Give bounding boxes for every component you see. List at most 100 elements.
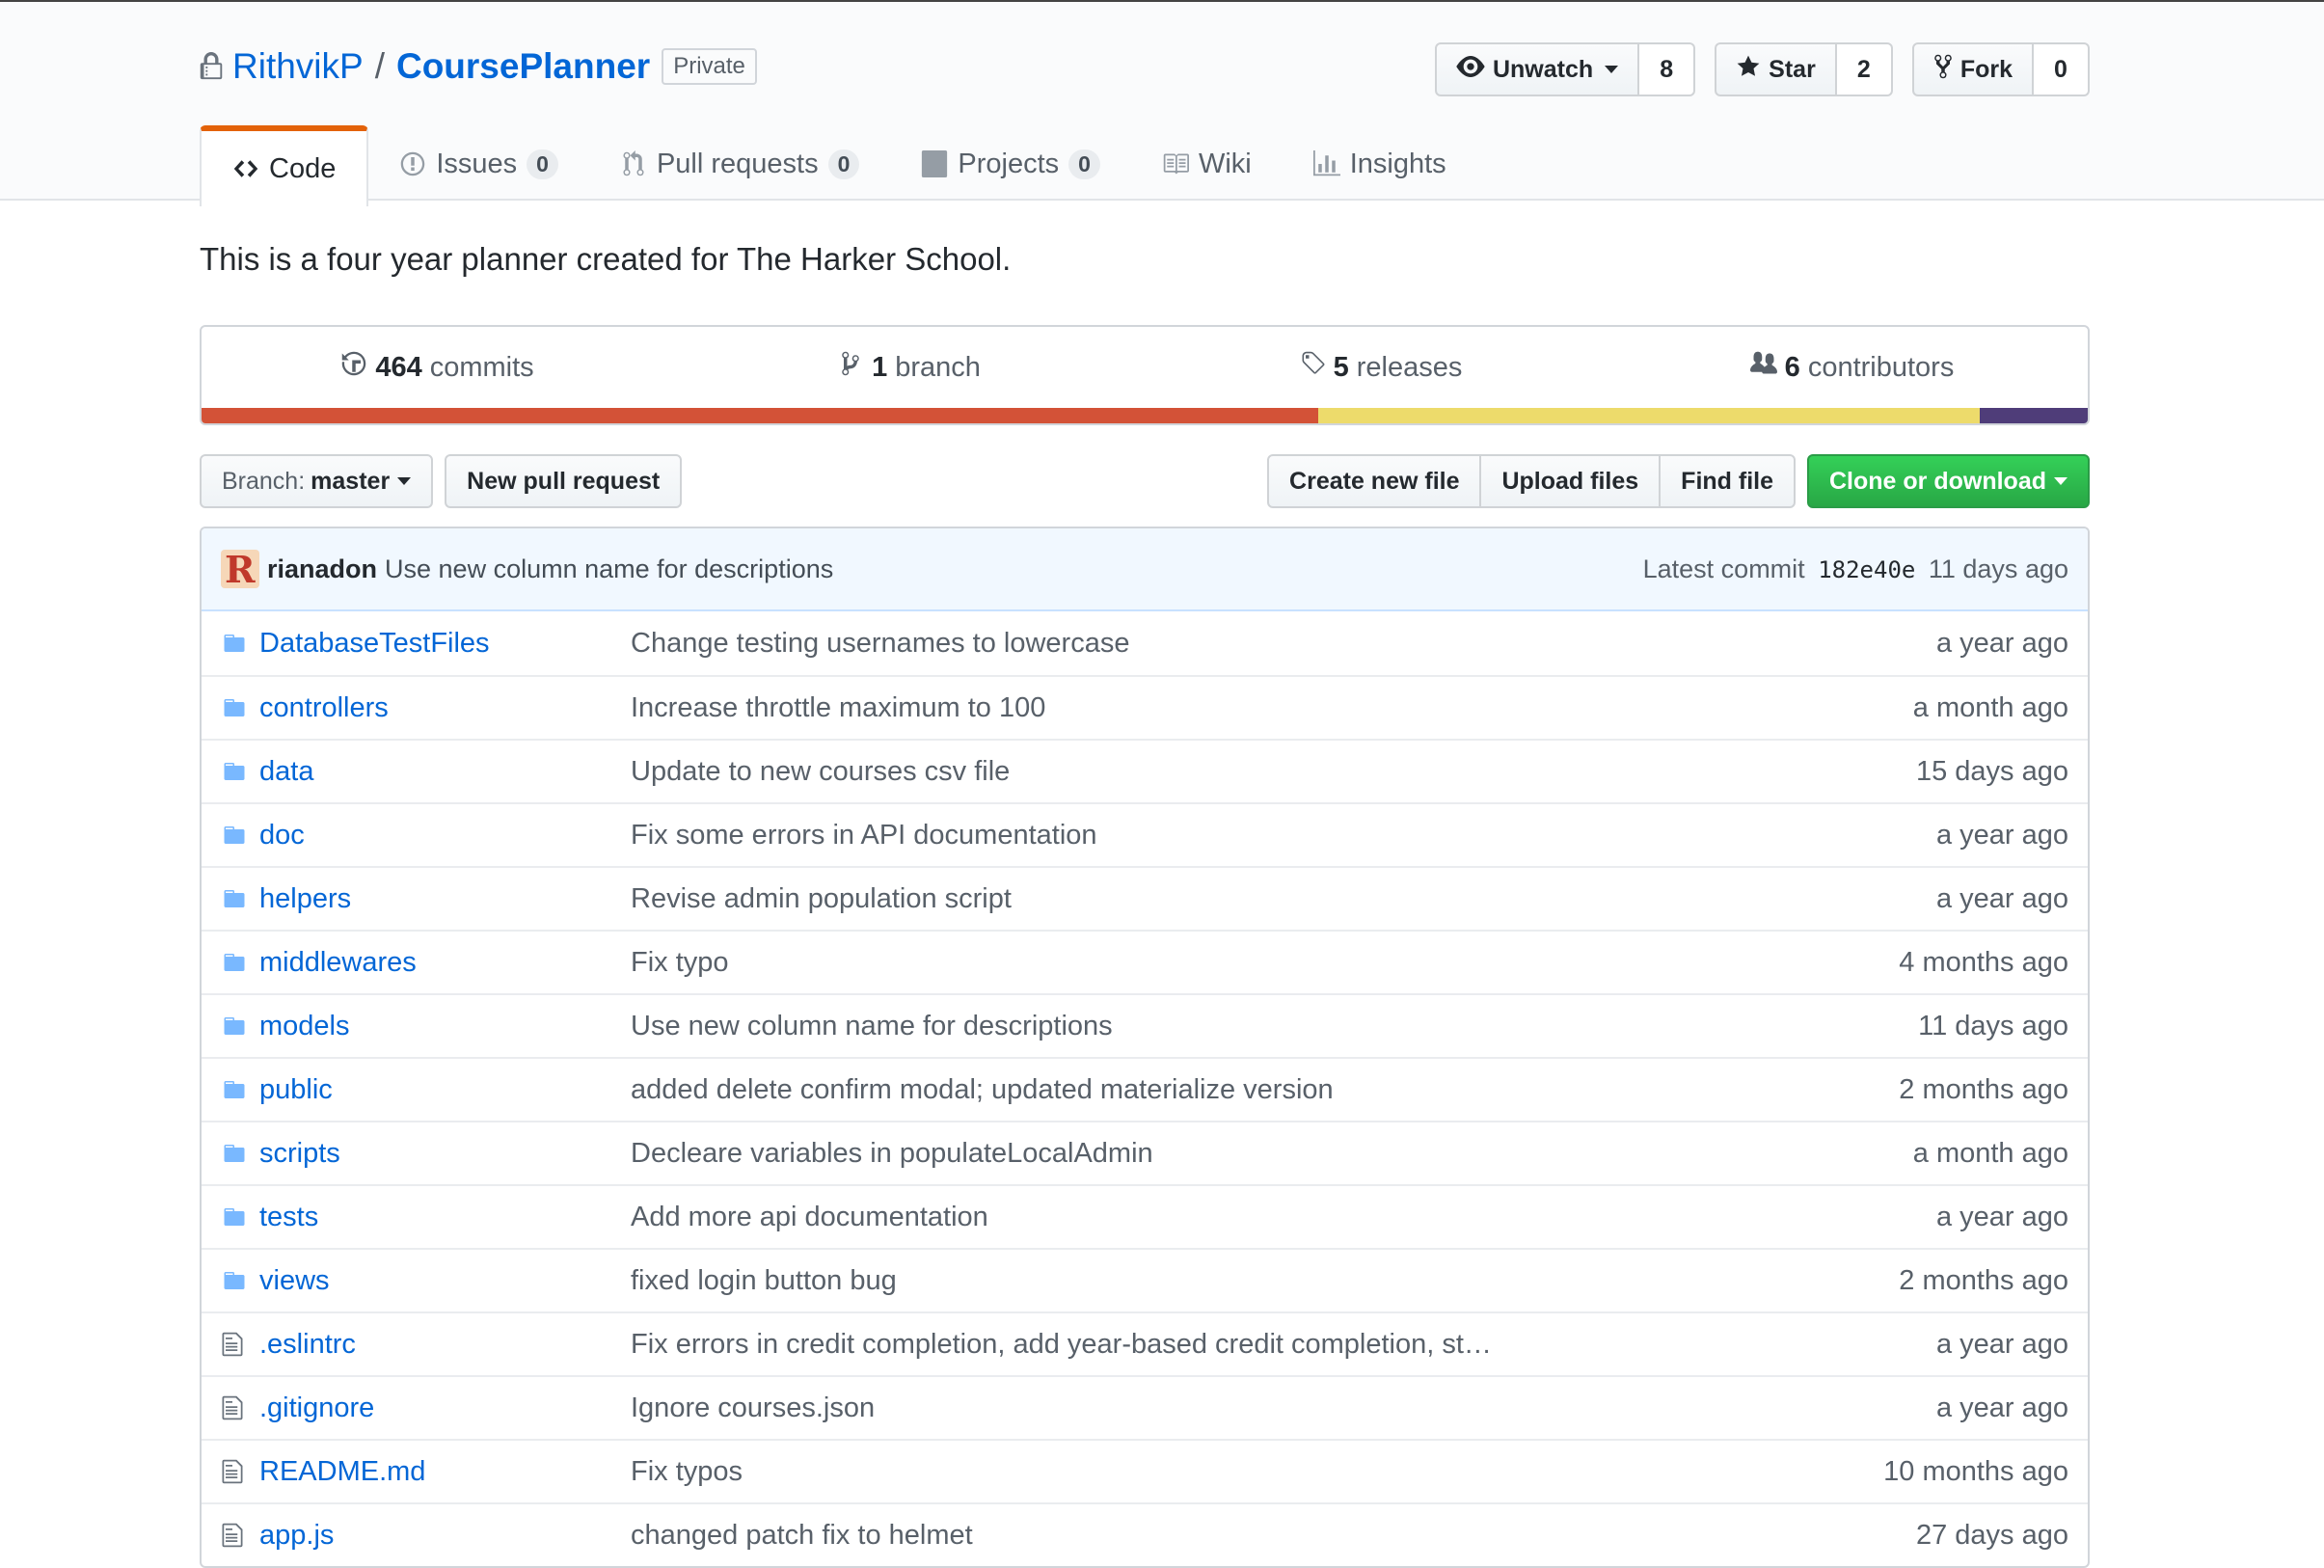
language-segment[interactable] (1317, 408, 1981, 423)
latest-commit-bar: R rianadon Use new column name for descr… (202, 528, 2088, 611)
file-commit-message-link[interactable]: Ignore courses.json (631, 1392, 1936, 1424)
commit-age: 11 days ago (1928, 554, 2068, 583)
language-segment[interactable] (1980, 408, 2088, 423)
file-commit-message-link[interactable]: added delete confirm modal; updated mate… (631, 1074, 1899, 1106)
file-commit-message-link[interactable]: changed patch fix to helmet (631, 1520, 1916, 1552)
folder-icon (221, 1205, 250, 1229)
clone-or-download-button[interactable]: Clone or download (1807, 454, 2090, 508)
tab-wiki[interactable]: Wiki (1131, 125, 1283, 203)
file-icon (221, 1522, 250, 1549)
file-name-link[interactable]: README.md (259, 1456, 631, 1488)
file-commit-message-link[interactable]: Update to new courses csv file (631, 756, 1916, 788)
tab-insights[interactable]: Insights (1283, 125, 1477, 203)
table-row: doc Fix some errors in API documentation a… (202, 802, 2088, 866)
repo-name-link[interactable]: CoursePlanner (396, 46, 650, 87)
file-name-link[interactable]: .eslintrc (259, 1329, 631, 1361)
eye-icon (1456, 55, 1485, 84)
file-commit-message-link[interactable]: fixed login button bug (631, 1265, 1899, 1297)
file-commit-message-link[interactable]: Add more api documentation (631, 1202, 1936, 1233)
star-button-group: Star 2 (1715, 42, 1893, 96)
folder-icon (221, 951, 250, 974)
file-commit-message-link[interactable]: Use new column name for descriptions (631, 1011, 1918, 1042)
commits-link[interactable]: 464 commits (202, 350, 673, 385)
file-name-link[interactable]: DatabaseTestFiles (259, 628, 631, 660)
tab-pull-requests[interactable]: Pull requests 0 (589, 125, 890, 203)
commit-message-link[interactable]: Use new column name for descriptions (385, 554, 833, 584)
clone-label: Clone or download (1829, 467, 2046, 495)
language-segment[interactable] (202, 408, 1318, 423)
file-commit-message-link[interactable]: Increase throttle maximum to 100 (631, 692, 1913, 724)
latest-commit-label: Latest commit (1642, 554, 1805, 583)
file-commit-message-link[interactable]: Fix typos (631, 1456, 1883, 1488)
table-row: .eslintrc Fix errors in credit completion… (202, 1311, 2088, 1375)
graph-icon (1312, 150, 1340, 177)
upload-files-button[interactable]: Upload files (1479, 454, 1662, 508)
table-row: middlewares Fix typo 4 months ago (202, 930, 2088, 993)
file-name-link[interactable]: views (259, 1265, 631, 1297)
file-age: a month ago (1912, 1137, 2068, 1169)
repo-owner-link[interactable]: RithvikP (232, 46, 364, 87)
star-icon (1736, 54, 1761, 86)
releases-link[interactable]: 5 releases (1145, 350, 1616, 385)
repo-title-row: RithvikP / CoursePlanner Private Unwatch… (200, 42, 2090, 96)
forks-count[interactable]: 0 (2034, 42, 2090, 96)
file-name-link[interactable]: tests (259, 1202, 631, 1233)
fork-button[interactable]: Fork (1911, 42, 2034, 96)
folder-icon (221, 632, 250, 655)
file-name-link[interactable]: middlewares (259, 947, 631, 979)
folder-icon (221, 696, 250, 719)
file-actions: Create new file Upload files Find file C… (1267, 454, 2090, 508)
tab-code[interactable]: Code (200, 125, 369, 206)
file-list: DatabaseTestFiles Change testing username… (202, 611, 2088, 1566)
file-name-link[interactable]: app.js (259, 1520, 631, 1552)
file-commit-message-link[interactable]: Fix some errors in API documentation (631, 820, 1936, 852)
tab-label: Code (269, 152, 337, 184)
avatar[interactable]: R (221, 550, 259, 588)
star-button[interactable]: Star (1715, 42, 1837, 96)
find-file-button[interactable]: Find file (1659, 454, 1796, 508)
watchers-count[interactable]: 8 (1639, 42, 1696, 96)
file-commit-message-link[interactable]: Revise admin population script (631, 883, 1936, 915)
file-name-link[interactable]: helpers (259, 883, 631, 915)
commit-meta: Latest commit 182e40e 11 days ago (1643, 554, 2068, 584)
repo-tabs: Code Issues 0 Pull requests 0 Projects 0 (200, 125, 2090, 206)
table-row: views fixed login button bug 2 months ago (202, 1248, 2088, 1311)
branch-select-button[interactable]: Branch: master (200, 454, 434, 508)
language-bar[interactable] (202, 408, 2088, 423)
file-name-link[interactable]: public (259, 1074, 631, 1106)
file-commit-message-link[interactable]: Decleare variables in populateLocalAdmin (631, 1138, 1913, 1170)
folder-icon (221, 1014, 250, 1038)
stargazers-count[interactable]: 2 (1836, 42, 1893, 96)
file-commit-message-link[interactable]: Change testing usernames to lowercase (631, 628, 1936, 660)
watch-button-group: Unwatch 8 (1434, 42, 1696, 96)
file-name-link[interactable]: models (259, 1011, 631, 1042)
new-pull-request-button[interactable]: New pull request (445, 454, 683, 508)
create-new-file-button[interactable]: Create new file (1267, 454, 1482, 508)
commit-author-link[interactable]: rianadon (267, 554, 377, 584)
private-badge: Private (662, 48, 757, 85)
file-name-link[interactable]: doc (259, 820, 631, 852)
table-row: helpers Revise admin population script a y… (202, 866, 2088, 930)
file-age: 11 days ago (1918, 1010, 2068, 1041)
contributors-label: contributors (1807, 351, 1955, 383)
fork-button-group: Fork 0 (1911, 42, 2090, 96)
file-name-link[interactable]: data (259, 756, 631, 788)
contributors-link[interactable]: 6 contributors (1616, 350, 2088, 385)
file-name-link[interactable]: scripts (259, 1138, 631, 1170)
unwatch-button[interactable]: Unwatch (1434, 42, 1640, 96)
file-commit-message-link[interactable]: Fix typo (631, 947, 1899, 979)
project-icon (921, 150, 948, 177)
tab-issues[interactable]: Issues 0 (368, 125, 589, 203)
file-commit-message-link[interactable]: Fix errors in credit completion, add yea… (631, 1329, 1936, 1361)
projects-counter: 0 (1068, 149, 1100, 179)
file-age: a year ago (1935, 627, 2068, 659)
file-name-link[interactable]: controllers (259, 692, 631, 724)
branches-link[interactable]: 1 branch (673, 350, 1145, 385)
table-row: README.md Fix typos 10 months ago (202, 1439, 2088, 1502)
tab-projects[interactable]: Projects 0 (890, 125, 1131, 203)
commit-sha-link[interactable]: 182e40e (1818, 556, 1915, 583)
file-age: 15 days ago (1915, 755, 2068, 787)
unwatch-label: Unwatch (1492, 55, 1594, 83)
file-name-link[interactable]: .gitignore (259, 1392, 631, 1424)
commits-label: commits (429, 351, 534, 383)
